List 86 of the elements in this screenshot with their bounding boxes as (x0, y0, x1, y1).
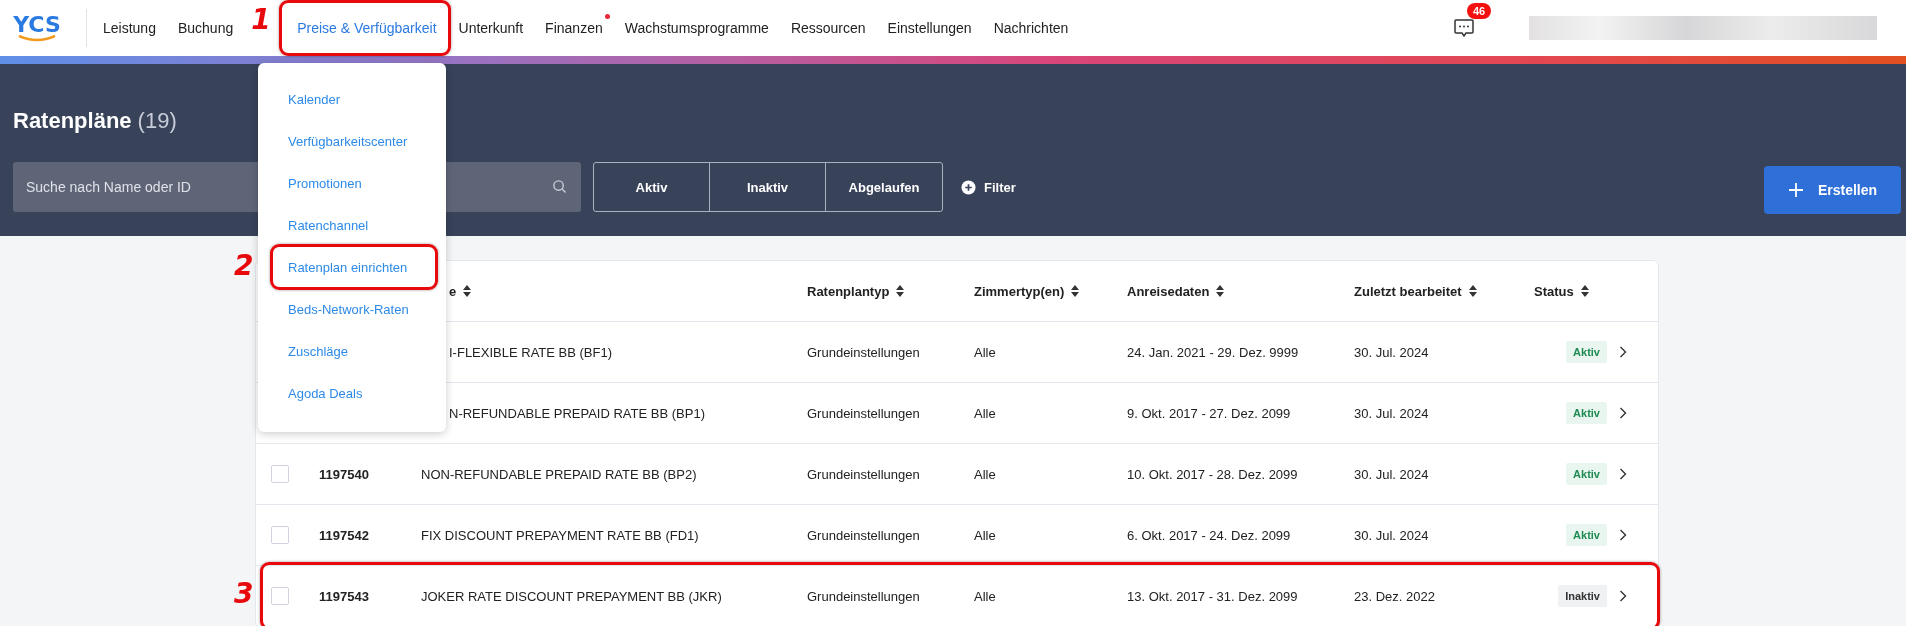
sort-icon[interactable] (896, 285, 905, 297)
menu-item[interactable]: Zuschläge (288, 343, 348, 359)
table-cell: 9. Okt. 2017 - 27. Dez. 2099 (1127, 405, 1291, 421)
table-cell: Grundeinstellungen (807, 527, 920, 543)
chevron-right-icon[interactable] (1619, 346, 1627, 358)
table-cell: 6. Okt. 2017 - 24. Dez. 2099 (1127, 527, 1291, 543)
row-checkbox[interactable] (271, 526, 289, 544)
table-cell: 30. Jul. 2024 (1354, 344, 1429, 360)
menu-item[interactable]: Ratenchannel (288, 217, 369, 233)
filter-button[interactable]: Filter (955, 178, 1022, 196)
table-cell: N-REFUNDABLE PREPAID RATE BB (BP1) (449, 405, 705, 421)
table-cell: Alle (974, 527, 996, 543)
status-filter-tab[interactable]: Aktiv (594, 163, 710, 211)
table-cell: 30. Jul. 2024 (1354, 405, 1429, 421)
nav-tab[interactable]: Unterkunft (458, 14, 524, 42)
table-cell: FIX DISCOUNT PREPAYMENT RATE BB (FD1) (421, 527, 699, 543)
column-header[interactable]: Ratenplantyp (807, 283, 890, 299)
sort-icon[interactable] (1071, 285, 1080, 297)
nav-tab[interactable]: Einstellungen (887, 14, 972, 42)
menu-item[interactable]: Agoda Deals (288, 385, 363, 401)
plus-icon (1787, 182, 1804, 198)
ycs-logo[interactable]: YCS (12, 14, 62, 42)
table-cell: 23. Dez. 2022 (1354, 588, 1435, 604)
table-cell: Grundeinstellungen (807, 588, 920, 604)
table-cell: 30. Jul. 2024 (1354, 527, 1429, 543)
table-cell: Grundeinstellungen (807, 466, 920, 482)
row-checkbox[interactable] (271, 465, 289, 483)
sort-icon[interactable] (1216, 285, 1225, 297)
column-header[interactable]: Anreisedaten (1127, 283, 1210, 299)
nav-tab[interactable]: Preise & Verfügbarkeit (297, 14, 437, 42)
table-cell: 13. Okt. 2017 - 31. Dez. 2099 (1127, 588, 1298, 604)
column-header[interactable]: Status (1534, 283, 1574, 299)
sort-icon[interactable] (1580, 285, 1589, 297)
annotation-number: 1 (251, 6, 271, 34)
status-filter-tab[interactable]: Inaktiv (710, 163, 826, 211)
table-cell: 30. Jul. 2024 (1354, 466, 1429, 482)
annotation-number: 2 (234, 252, 254, 280)
chevron-right-icon[interactable] (1619, 590, 1627, 602)
menu-item[interactable]: Verfügbarkeitscenter (288, 133, 408, 149)
table-cell: 1197540 (319, 466, 369, 482)
table-cell: 1197543 (319, 588, 369, 604)
menu-item[interactable]: Promotionen (288, 175, 362, 191)
menu-item[interactable]: Kalender (288, 91, 341, 107)
table-cell: 10. Okt. 2017 - 28. Dez. 2099 (1127, 466, 1298, 482)
table-cell: NON-REFUNDABLE PREPAID RATE BB (BP2) (421, 466, 697, 482)
plus-circle-icon (961, 179, 976, 195)
annotation-number: 3 (234, 580, 254, 608)
table-cell: Alle (974, 344, 996, 360)
table-cell: JOKER RATE DISCOUNT PREPAYMENT BB (JKR) (421, 588, 722, 604)
row-checkbox[interactable] (271, 587, 289, 605)
table-cell: Alle (974, 466, 996, 482)
status-badge: Aktiv (1566, 463, 1607, 485)
nav-tab[interactable]: Nachrichten (993, 14, 1069, 42)
status-filter-tab[interactable]: Abgelaufen (826, 163, 942, 211)
table-cell: Grundeinstellungen (807, 405, 920, 421)
create-button[interactable]: Erstellen (1764, 166, 1901, 214)
table-cell: Alle (974, 405, 996, 421)
menu-item[interactable]: Beds-Network-Raten (288, 301, 409, 317)
status-badge: Aktiv (1566, 341, 1607, 363)
table-cell: Grundeinstellungen (807, 344, 920, 360)
nav-tab[interactable]: Finanzen (545, 14, 603, 42)
sort-icon[interactable] (463, 285, 472, 297)
nav-tab[interactable]: Leistung (103, 14, 156, 42)
nav-tab[interactable]: Ressourcen (790, 14, 866, 42)
column-header[interactable]: e (449, 283, 457, 299)
column-header[interactable]: Zimmertyp(en) (974, 283, 1065, 299)
table-cell: Alle (974, 588, 996, 604)
chat-icon[interactable] (1453, 17, 1475, 39)
sort-icon[interactable] (1468, 285, 1477, 297)
page-title: Ratenpläne (13, 108, 132, 133)
plan-count: (19) (137, 108, 177, 133)
message-count-badge: 46 (1467, 3, 1492, 19)
table-cell: 1197542 (319, 527, 369, 543)
table-cell: 24. Jan. 2021 - 29. Dez. 9999 (1127, 344, 1299, 360)
chevron-right-icon[interactable] (1619, 529, 1627, 541)
status-badge: Aktiv (1566, 524, 1607, 546)
nav-tab[interactable]: Wachstumsprogramme (624, 14, 769, 42)
column-header[interactable]: Zuletzt bearbeitet (1354, 283, 1462, 299)
search-icon (552, 179, 567, 194)
chevron-right-icon[interactable] (1619, 407, 1627, 419)
status-badge: Inaktiv (1558, 585, 1607, 607)
chevron-right-icon[interactable] (1619, 468, 1627, 480)
table-cell: I-FLEXIBLE RATE BB (BF1) (449, 344, 613, 360)
status-badge: Aktiv (1566, 402, 1607, 424)
nav-tab[interactable]: Buchung (177, 14, 234, 42)
menu-item[interactable]: Ratenplan einrichten (288, 259, 408, 275)
